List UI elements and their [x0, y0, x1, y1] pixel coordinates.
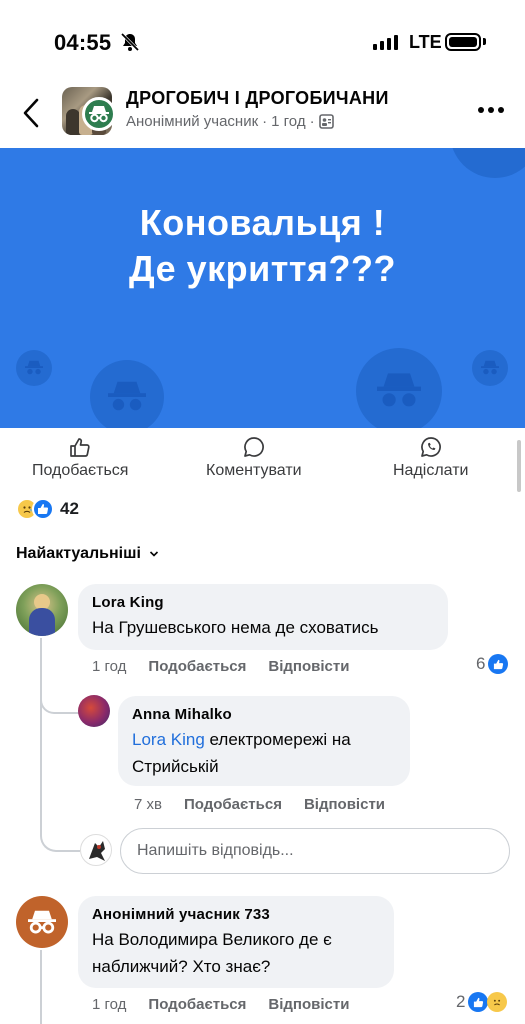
thread-line	[40, 950, 42, 1024]
thread-line	[40, 638, 42, 820]
post-line-1: Коновальця !	[139, 202, 386, 243]
reply-time[interactable]: 7 хв	[134, 796, 162, 813]
post-author: Анонімний учасник	[126, 113, 259, 130]
mention-link[interactable]: Lora King	[132, 730, 205, 749]
comment-time[interactable]: 1 год	[92, 658, 126, 675]
comment-icon	[243, 437, 264, 457]
comment-bubble: Анонімний учасник 733 На Володимира Вели…	[78, 896, 394, 988]
comment-sort-dropdown[interactable]: Найактуальніші	[16, 545, 159, 563]
reaction-count: 42	[60, 499, 79, 518]
battery-icon	[445, 33, 481, 51]
post-banner: Коновальця ! Де укриття???	[0, 148, 525, 428]
chevron-down-icon	[149, 551, 158, 557]
whatsapp-icon	[420, 437, 441, 457]
sad-reaction-icon	[487, 992, 508, 1012]
post-time[interactable]: 1 год	[271, 113, 305, 130]
like-label: Подобається	[32, 462, 129, 479]
post-line-2: Де укриття???	[128, 248, 396, 289]
reply-reply-button[interactable]: Відповісти	[304, 796, 385, 813]
meta-separator: ·	[309, 113, 315, 130]
incognito-bg-icon	[16, 350, 52, 386]
thumbs-up-icon	[70, 438, 90, 457]
comment-label: Коментувати	[206, 462, 302, 479]
like-reaction-icon	[468, 992, 489, 1012]
reply-avatar[interactable]	[78, 695, 110, 727]
comment-reply-button[interactable]: Відповісти	[268, 996, 349, 1013]
reply-text: Lora King електромережі на Стрийській	[132, 726, 396, 780]
comment-reply-button[interactable]: Відповісти	[268, 658, 349, 675]
reply-bubble: Anna Mihalko Lora King електромережі на …	[118, 696, 410, 786]
current-user-avatar	[80, 834, 112, 866]
thread-line	[40, 700, 80, 714]
comment-like-count[interactable]: 2	[456, 992, 508, 1012]
comment-action-button[interactable]: Коментувати	[206, 436, 302, 480]
bell-muted-icon	[120, 32, 140, 52]
reply-like-button[interactable]: Подобається	[184, 796, 282, 813]
anonymous-avatar-icon[interactable]	[16, 896, 68, 948]
comment-like-count[interactable]: 6	[476, 654, 509, 674]
reply-author[interactable]: Anna Mihalko	[132, 706, 396, 723]
incognito-bg-icon	[90, 360, 164, 428]
comment-like-button[interactable]: Подобається	[148, 996, 246, 1013]
comment-author[interactable]: Lora King	[92, 594, 434, 611]
battery-tip	[483, 38, 486, 45]
status-time: 04:55	[54, 30, 112, 55]
sort-label: Найактуальніші	[16, 545, 141, 562]
post-text: Коновальця ! Де укриття???	[0, 200, 525, 292]
reply-meta: 7 хв Подобається Відповісти	[134, 796, 385, 813]
post-actions: Подобається Коментувати Надіслати	[0, 428, 525, 496]
post-header: ДРОГОБИЧ І ДРОГОБИЧАНИ Анонімний учасник…	[0, 80, 525, 146]
comment-author[interactable]: Анонімний учасник 733	[92, 906, 380, 923]
reactions-summary[interactable]: 42	[16, 498, 79, 520]
comment-bubble: Lora King На Грушевського нема де сховат…	[78, 584, 448, 650]
status-bar: 04:55 LTE	[0, 0, 525, 80]
send-label: Надіслати	[393, 462, 469, 479]
like-reaction-icon	[488, 654, 509, 674]
incognito-bg-icon	[472, 350, 508, 386]
anonymous-badge-icon	[82, 97, 116, 131]
like-reaction-icon	[32, 498, 54, 520]
reply-input[interactable]: Напишіть відповідь...	[120, 828, 510, 874]
commenter-avatar[interactable]	[16, 584, 68, 636]
cellular-signal-icon	[373, 34, 398, 50]
group-name[interactable]: ДРОГОБИЧ І ДРОГОБИЧАНИ	[126, 88, 389, 109]
more-options-icon[interactable]	[478, 107, 504, 113]
comment-meta: 1 год Подобається Відповісти	[92, 996, 349, 1013]
incognito-bg-icon	[450, 148, 525, 178]
comment-time[interactable]: 1 год	[92, 996, 126, 1013]
like-count-value: 6	[476, 654, 486, 673]
send-action-button[interactable]: Надіслати	[393, 436, 469, 480]
like-count-value: 2	[456, 992, 466, 1011]
group-privacy-icon	[318, 114, 334, 129]
meta-separator: ·	[262, 113, 268, 130]
incognito-bg-icon	[356, 348, 442, 428]
scrollbar[interactable]	[517, 440, 521, 492]
back-arrow-icon[interactable]	[20, 96, 44, 130]
comment-text: На Грушевського нема де сховатись	[92, 618, 379, 637]
comment-text: На Володимира Великого де є наближчий? Х…	[92, 930, 332, 976]
post-meta: Анонімний учасник · 1 год ·	[126, 113, 334, 130]
like-action-button[interactable]: Подобається	[32, 436, 128, 480]
thread-line	[40, 818, 80, 852]
comment-meta: 1 год Подобається Відповісти	[92, 658, 349, 675]
comment-like-button[interactable]: Подобається	[148, 658, 246, 675]
network-type: LTE	[409, 32, 442, 52]
